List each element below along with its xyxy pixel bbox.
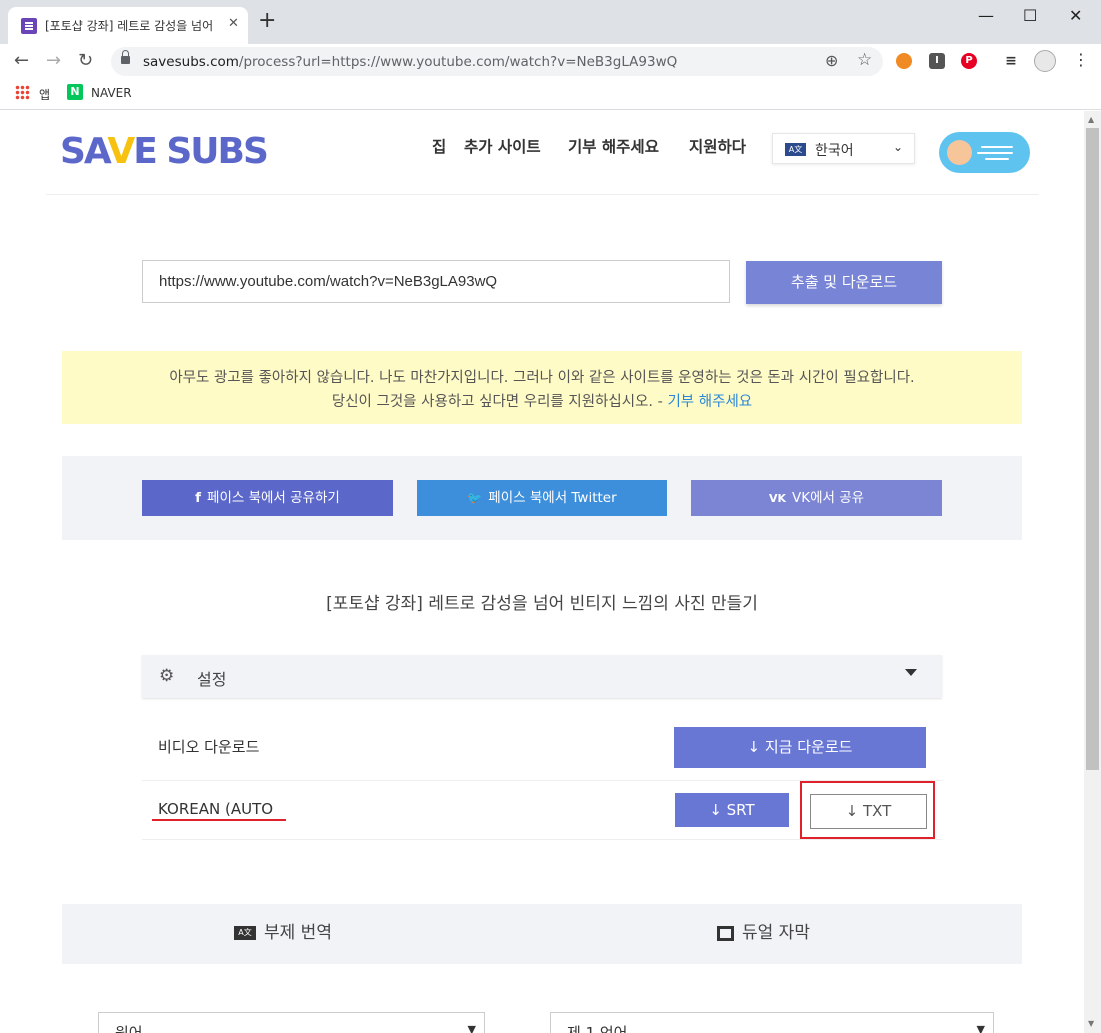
translate-icon: A文	[234, 926, 256, 940]
bookmark-naver[interactable]: NAVER	[91, 86, 132, 100]
savesubs-logo[interactable]: SAVE SUBS	[60, 128, 269, 176]
browser-tab[interactable]: [포토샵 강좌] 레트로 감성을 넘어 ✕	[8, 7, 248, 44]
tab-title: [포토샵 강좌] 레트로 감성을 넘어	[45, 19, 214, 33]
browser-tab-bar: [포토샵 강좌] 레트로 감성을 넘어 ✕ + — ☐ ✕	[0, 0, 1101, 44]
bookmark-star-icon[interactable]: ☆	[857, 50, 872, 70]
txt-download-button[interactable]: ↓ TXT	[810, 794, 927, 829]
minimize-button[interactable]: —	[978, 6, 994, 25]
share-facebook-button[interactable]: f 페이스 북에서 공유하기	[142, 480, 393, 516]
share-vk-button[interactable]: VK VK에서 공유	[691, 480, 942, 516]
page-scrollbar[interactable]: ▲ ▼	[1084, 111, 1101, 1033]
scroll-thumb[interactable]	[1086, 128, 1099, 770]
close-window-button[interactable]: ✕	[1069, 6, 1082, 25]
url-text[interactable]: savesubs.com/process?url=https://www.you…	[143, 54, 677, 70]
site-header: SAVE SUBS 집 추가 사이트 기부 해주세요 지원하다 A文 한국어 ⌄	[46, 111, 1039, 195]
toggle-knob	[947, 140, 972, 165]
browser-toolbar: ← → ↻ savesubs.com/process?url=https://w…	[0, 44, 1101, 80]
theme-toggle[interactable]	[939, 132, 1030, 173]
add-circle-icon[interactable]: ⊕	[825, 51, 838, 70]
download-now-button[interactable]: ↓ 지금 다운로드	[674, 727, 926, 768]
video-download-row: 비디오 다운로드 ↓ 지금 다운로드	[142, 715, 942, 781]
arrow-down-icon: ↓	[747, 738, 765, 756]
nav-donate[interactable]: 기부 해주세요	[568, 135, 659, 157]
settings-label: 설정	[197, 670, 227, 689]
lock-icon[interactable]	[121, 50, 130, 64]
address-bar[interactable]: savesubs.com/process?url=https://www.you…	[111, 47, 883, 76]
menu-icon[interactable]: ⋮	[1073, 50, 1089, 69]
subtitle-download-row: KOREAN (AUTO ↓ SRT ↓ TXT	[142, 781, 942, 840]
gears-icon: ⚙	[159, 666, 175, 686]
notice-line-1: 아무도 광고를 좋아하지 않습니다. 나도 마찬가지입니다. 그러나 이와 같은…	[169, 370, 915, 386]
reload-button[interactable]: ↻	[78, 50, 93, 71]
first-language-select[interactable]: 제 1 언어 ▼	[550, 1012, 994, 1033]
nav-more-sites[interactable]: 추가 사이트	[464, 135, 541, 157]
notice-line-2: 당신이 그것을 사용하고 싶다면 우리를 지원하십시오. - 기부 해주세요	[331, 394, 753, 410]
twitter-icon: 🐦	[467, 491, 483, 505]
playlist-icon[interactable]: ≡	[1003, 53, 1019, 69]
naver-icon[interactable]: N	[67, 84, 83, 100]
ad-notice: 아무도 광고를 좋아하지 않습니다. 나도 마찬가지입니다. 그러나 이와 같은…	[62, 351, 1022, 424]
caret-down-icon	[905, 669, 917, 676]
subtitle-language-label: KOREAN (AUTO	[158, 800, 274, 818]
fox-icon[interactable]	[896, 53, 912, 69]
apps-icon[interactable]	[15, 85, 30, 100]
source-language-select[interactable]: 원어 ▼	[98, 1012, 485, 1033]
tools-panel: A文 부제 번역 듀얼 자막	[62, 904, 1022, 964]
nav-support[interactable]: 지원하다	[689, 135, 746, 157]
annotation-highlight-box: ↓ TXT	[800, 781, 935, 839]
new-tab-button[interactable]: +	[258, 10, 276, 32]
document-icon	[21, 18, 37, 34]
video-title: [포토샵 강좌] 레트로 감성을 넘어 빈티지 느낌의 사진 만들기	[326, 594, 758, 614]
donate-link[interactable]: 기부 해주세요	[667, 394, 752, 410]
back-button[interactable]: ←	[14, 50, 29, 71]
nav-home[interactable]: 집	[432, 135, 446, 157]
bookmark-apps[interactable]: 앱	[39, 86, 50, 103]
arrow-down-icon: ↓	[709, 801, 727, 819]
dual-subtitles-tab[interactable]: 듀얼 자막	[717, 918, 810, 943]
dual-screen-icon	[717, 925, 734, 941]
scroll-down-arrow-icon[interactable]: ▼	[1088, 1019, 1094, 1028]
close-tab-icon[interactable]: ✕	[228, 16, 239, 31]
video-download-label: 비디오 다운로드	[158, 738, 260, 756]
arrow-down-icon: ↓	[845, 802, 863, 820]
scroll-up-arrow-icon[interactable]: ▲	[1088, 115, 1094, 124]
annotation-underline	[152, 819, 286, 821]
instapaper-icon[interactable]: I	[929, 53, 945, 69]
page-viewport: SAVE SUBS 집 추가 사이트 기부 해주세요 지원하다 A文 한국어 ⌄…	[0, 111, 1101, 1033]
profile-avatar[interactable]	[1034, 50, 1056, 72]
speed-lines-icon	[977, 146, 1017, 160]
translate-subtitles-tab[interactable]: A文 부제 번역	[234, 918, 332, 943]
chevron-down-icon: ⌄	[893, 140, 904, 154]
share-twitter-button[interactable]: 🐦 페이스 북에서 Twitter	[417, 480, 667, 516]
settings-accordion[interactable]: ⚙ 설정	[142, 655, 942, 698]
share-panel: f 페이스 북에서 공유하기 🐦 페이스 북에서 Twitter VK VK에서 공유	[62, 456, 1022, 540]
forward-button[interactable]: →	[46, 50, 61, 71]
translate-icon: A文	[785, 143, 806, 156]
pinterest-icon[interactable]: P	[961, 53, 977, 69]
extract-download-button[interactable]: 추출 및 다운로드	[746, 261, 942, 304]
video-url-input[interactable]: https://www.youtube.com/watch?v=NeB3gLA9…	[142, 260, 730, 303]
language-label: 한국어	[815, 143, 854, 159]
chevron-down-icon: ▼	[467, 1023, 476, 1033]
maximize-button[interactable]: ☐	[1023, 6, 1037, 25]
facebook-icon: f	[195, 490, 202, 506]
bookmarks-bar: 앱 N NAVER	[0, 80, 1101, 110]
language-select[interactable]: A文 한국어 ⌄	[772, 133, 915, 164]
chevron-down-icon: ▼	[976, 1023, 985, 1033]
vk-icon: VK	[768, 492, 786, 505]
srt-download-button[interactable]: ↓ SRT	[675, 793, 789, 827]
